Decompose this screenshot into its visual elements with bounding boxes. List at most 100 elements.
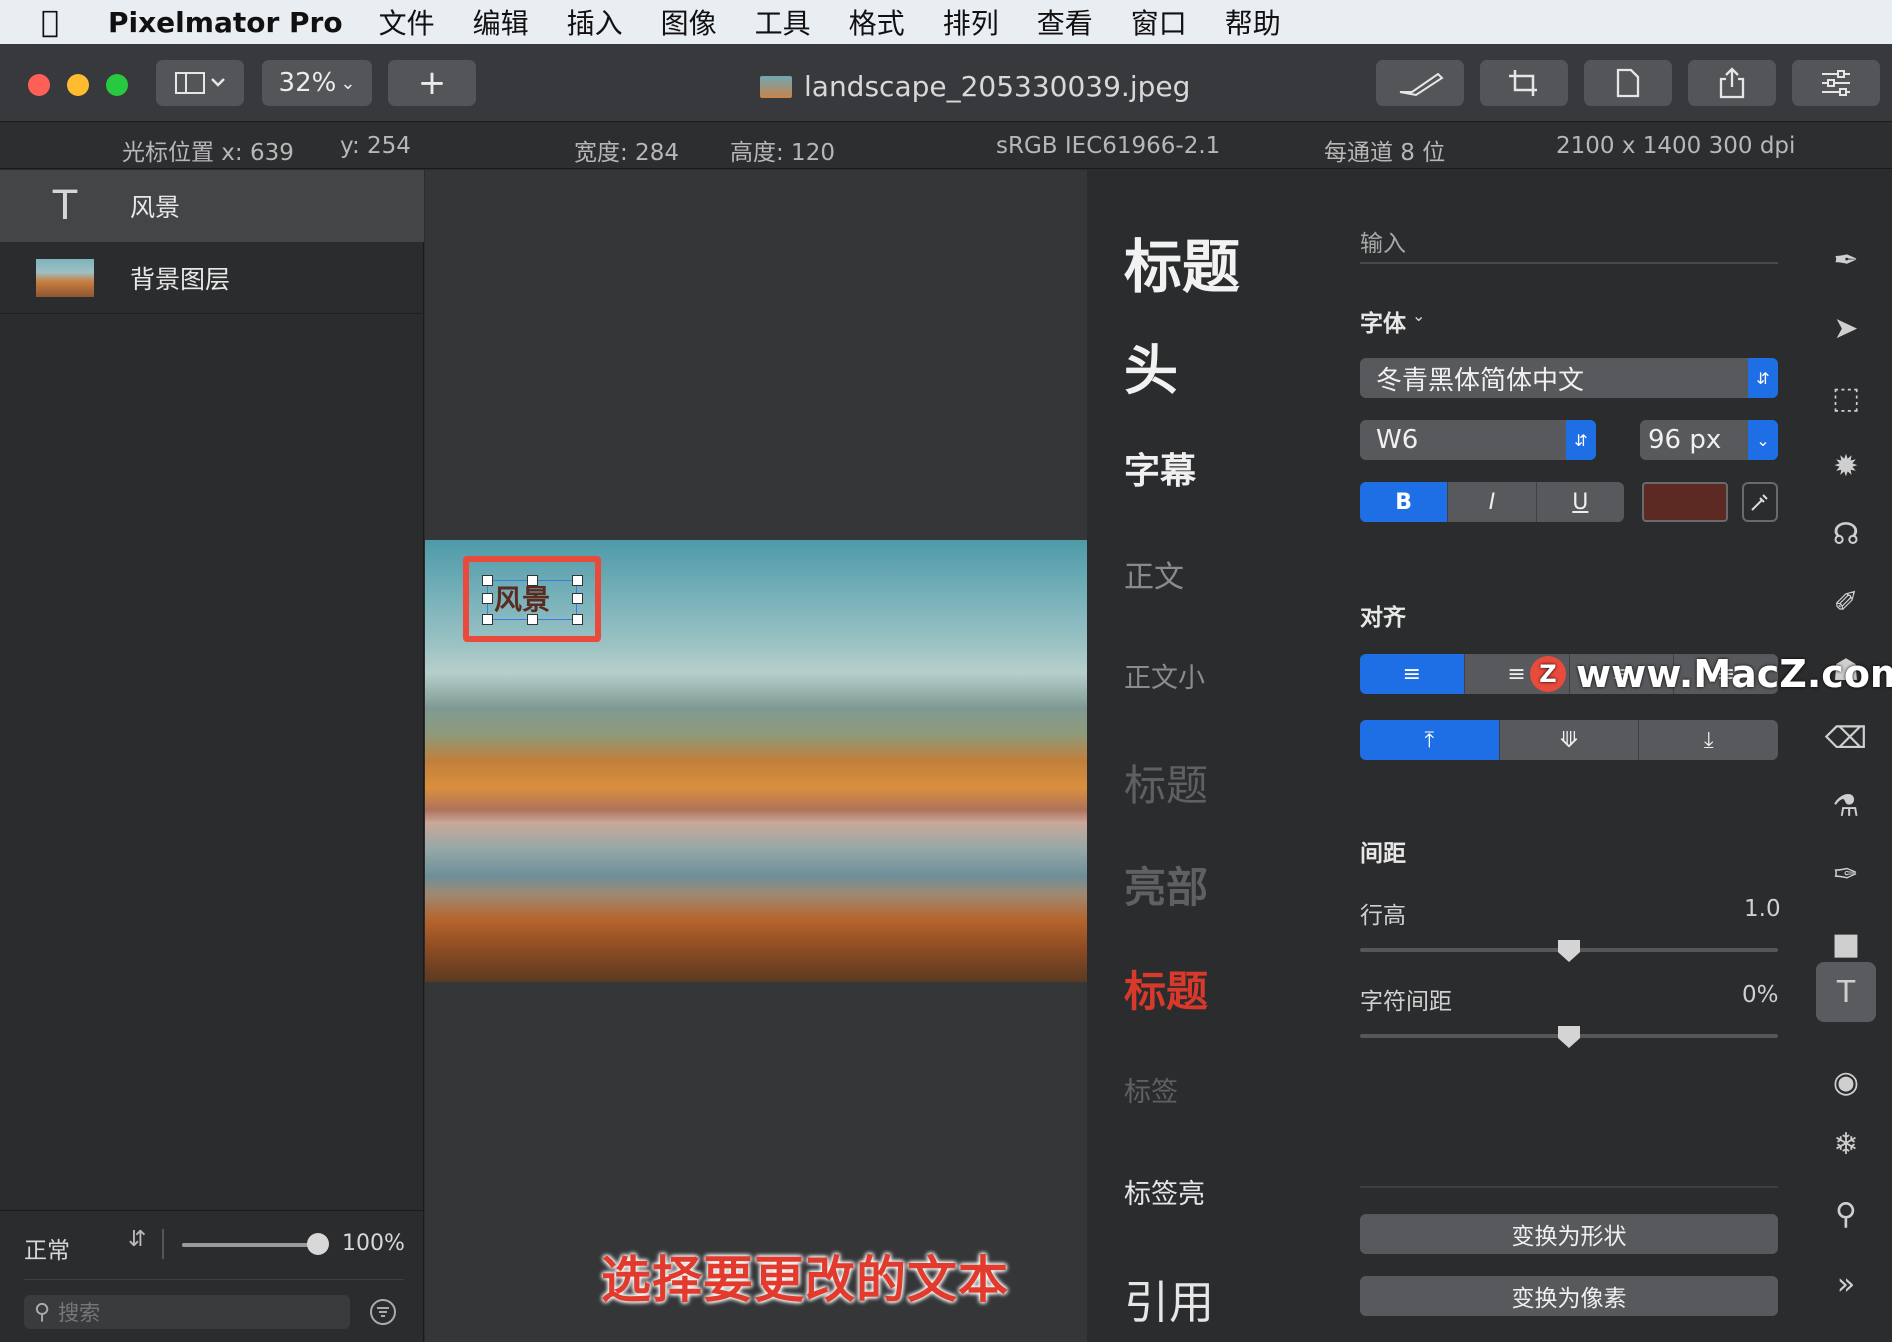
layer-item-background[interactable]: 背景图层 [0, 242, 424, 314]
minimize-window-button[interactable] [67, 74, 89, 96]
eyedropper-button[interactable] [1742, 482, 1778, 522]
paint-brush-icon[interactable]: ✐ [1822, 578, 1870, 626]
menu-app-name[interactable]: Pixelmator Pro [108, 6, 343, 39]
color-profile: sRGB IEC61966-2.1 [996, 133, 1221, 159]
layers-panel: T 风景 背景图层 正常 ⇵ 100% ⚲ 搜索 [0, 170, 424, 1342]
sliders-icon [1822, 70, 1850, 96]
align-left-icon[interactable]: ≡ [1360, 654, 1465, 694]
selection-highlight-box: 风景 [463, 556, 601, 642]
blend-mode-select[interactable]: 正常 [24, 1231, 70, 1265]
menu-tools[interactable]: 工具 [755, 2, 811, 42]
shape-tool-icon[interactable]: ■ [1822, 920, 1870, 968]
add-button[interactable]: + [388, 60, 476, 106]
magic-wand-icon[interactable]: ☊ [1822, 510, 1870, 558]
resize-handle[interactable] [482, 575, 493, 586]
align-top-icon[interactable]: ⤒ [1360, 720, 1500, 760]
menu-help[interactable]: 帮助 [1225, 2, 1281, 42]
canvas-area[interactable]: 风景 选择要更改的文本 [425, 170, 1087, 1342]
opacity-slider-knob[interactable] [307, 1233, 329, 1255]
arrange-tool-icon[interactable]: ➤ [1822, 304, 1870, 352]
menu-format[interactable]: 格式 [849, 2, 905, 42]
share-button[interactable] [1688, 60, 1776, 106]
close-window-button[interactable] [28, 74, 50, 96]
convert-to-shape-button[interactable]: 变换为形状 [1360, 1214, 1778, 1254]
landscape-image[interactable]: 风景 [425, 540, 1087, 982]
opacity-slider-fill [182, 1243, 318, 1247]
line-height-slider-knob[interactable] [1558, 940, 1580, 962]
style-label-bright[interactable]: 标签亮 [1124, 1172, 1205, 1211]
eyedropper-icon [1751, 494, 1768, 511]
crop-button[interactable] [1480, 60, 1568, 106]
zoom-window-button[interactable] [106, 74, 128, 96]
color-adjust-icon[interactable]: ◉ [1822, 1058, 1870, 1106]
menu-edit[interactable]: 编辑 [473, 2, 529, 42]
document-icon [1616, 68, 1640, 98]
style-highlight[interactable]: 亮部 [1124, 854, 1208, 915]
bold-button[interactable]: B [1360, 482, 1449, 522]
filter-icon[interactable] [370, 1299, 396, 1325]
eraser-icon[interactable]: ⌫ [1822, 714, 1870, 762]
resize-handle[interactable] [572, 593, 583, 604]
resize-handle[interactable] [527, 575, 538, 586]
style-heading[interactable]: 头 [1124, 326, 1178, 405]
repair-tool-icon[interactable]: ⚗ [1822, 782, 1870, 830]
style-title-red[interactable]: 标题 [1124, 958, 1208, 1019]
document-button[interactable] [1584, 60, 1672, 106]
align-middle-icon[interactable]: ⟱ [1500, 720, 1640, 760]
search-field[interactable]: ⚲ 搜索 [24, 1295, 350, 1329]
menu-file[interactable]: 文件 [379, 2, 435, 42]
font-family-select[interactable]: 冬青黑体简体中文 ⇵ [1360, 358, 1778, 398]
text-styles-list: 标题 头 字幕 正文 正文小 标题 亮部 标题 标签 标签亮 引用 [1088, 170, 1350, 1342]
text-input-placeholder[interactable]: 输入 [1360, 224, 1406, 258]
more-tools-icon[interactable]: » [1822, 1260, 1870, 1308]
text-color-well[interactable] [1642, 482, 1728, 522]
spacing-section-label: 间距 [1360, 841, 1406, 867]
share-icon [1719, 67, 1745, 99]
edit-tools-button[interactable] [1376, 60, 1464, 106]
rectangular-selection-icon[interactable]: ⬚ [1822, 374, 1870, 422]
italic-button[interactable]: I [1448, 482, 1537, 522]
menu-image[interactable]: 图像 [661, 2, 717, 42]
menu-insert[interactable]: 插入 [567, 2, 623, 42]
chevron-down-icon[interactable]: ⌄ [1412, 306, 1425, 325]
distort-tool-icon[interactable]: ❄ [1822, 1120, 1870, 1168]
layer-label: 风景 [130, 193, 181, 222]
char-spacing-slider-knob[interactable] [1558, 1026, 1580, 1048]
resize-handle[interactable] [482, 593, 493, 604]
quick-selection-icon[interactable]: ✹ [1822, 442, 1870, 490]
zoom-select[interactable]: 32% ⌄ [262, 60, 372, 106]
chevron-down-icon: ⌄ [340, 72, 356, 94]
style-tool-icon[interactable]: ✒ [1822, 236, 1870, 284]
resize-handle[interactable] [572, 575, 583, 586]
type-tool-icon[interactable]: T [1816, 962, 1876, 1022]
layer-item-text[interactable]: T 风景 [0, 170, 424, 242]
style-quote[interactable]: 引用 [1124, 1266, 1214, 1331]
style-caption-title[interactable]: 标题 [1124, 752, 1208, 813]
resize-handle[interactable] [572, 614, 583, 625]
font-weight-select[interactable]: W6 ⇵ [1360, 420, 1596, 460]
adjustments-button[interactable] [1792, 60, 1880, 106]
font-size-field[interactable]: 96 px ⌄ [1640, 420, 1778, 460]
style-body[interactable]: 正文 [1124, 552, 1184, 596]
text-layer-icon: T [52, 183, 78, 229]
resize-handle[interactable] [527, 614, 538, 625]
convert-to-pixels-button[interactable]: 变换为像素 [1360, 1276, 1778, 1316]
menu-arrange[interactable]: 排列 [943, 2, 999, 42]
pen-tool-icon[interactable]: ✑ [1822, 850, 1870, 898]
apple-icon[interactable]:  [20, 5, 80, 40]
align-bottom-icon[interactable]: ⤓ [1639, 720, 1778, 760]
font-section-label[interactable]: 字体 [1360, 304, 1406, 338]
menu-window[interactable]: 窗口 [1131, 2, 1187, 42]
menu-view[interactable]: 查看 [1037, 2, 1093, 42]
resize-handle[interactable] [482, 614, 493, 625]
up-down-chevron-icon[interactable]: ⇵ [128, 1227, 146, 1252]
style-body-small[interactable]: 正文小 [1124, 656, 1205, 695]
zoom-tool-icon[interactable]: ⚲ [1822, 1190, 1870, 1238]
line-height-label: 行高 [1360, 903, 1406, 929]
style-title[interactable]: 标题 [1124, 220, 1240, 304]
style-label[interactable]: 标签 [1124, 1070, 1178, 1109]
window-toolbar: 32% ⌄ + landscape_205330039.jpeg [0, 44, 1892, 122]
sidebar-toggle-button[interactable] [156, 60, 244, 106]
style-subtitle[interactable]: 字幕 [1124, 442, 1196, 494]
underline-button[interactable]: U [1537, 482, 1624, 522]
